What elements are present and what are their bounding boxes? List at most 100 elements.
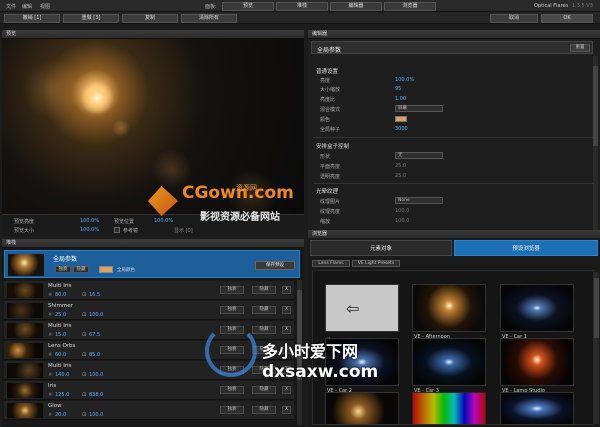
tab-presets[interactable]: 预设浏览器: [454, 240, 598, 256]
layer-delete-button[interactable]: X: [282, 306, 291, 314]
tab-editor[interactable]: 编辑器: [330, 2, 382, 11]
layer-scale[interactable]: 100.0: [89, 312, 103, 318]
param-value[interactable]: 95: [395, 86, 401, 92]
layer-brightness[interactable]: 20.0: [55, 412, 66, 418]
ok-button[interactable]: OK: [541, 14, 593, 23]
editor-scrollbar[interactable]: [593, 56, 598, 234]
global-color-swatch[interactable]: [99, 266, 113, 273]
layer-scale[interactable]: 16.5: [89, 292, 100, 298]
preset-tile[interactable]: [500, 284, 574, 332]
shape-select[interactable]: 无: [395, 152, 443, 159]
toolbar: 撤销 [1] 重做 [3] 复制 清除所有 取消 OK: [0, 12, 600, 24]
layer-solo-button[interactable]: 独奏: [220, 386, 244, 394]
layer-scale[interactable]: 100.0: [89, 372, 103, 378]
layer-scale[interactable]: 100.0: [89, 412, 103, 418]
layer-solo-button[interactable]: 独奏: [220, 286, 244, 294]
layer-solo-button[interactable]: 独奏: [220, 406, 244, 414]
global-hide-button[interactable]: 隐藏: [73, 266, 89, 273]
tab-stack[interactable]: 堆栈: [276, 2, 328, 11]
param-label: 透明亮度: [320, 174, 341, 180]
path-crumb[interactable]: VE Light Presets: [352, 260, 400, 267]
sun-icon: ☼: [48, 292, 53, 298]
layer-thumb: [7, 283, 43, 298]
layer-hide-button[interactable]: 隐藏: [252, 386, 276, 394]
redo-button[interactable]: 重做 [3]: [63, 14, 119, 23]
menu-view[interactable]: 视图: [40, 3, 50, 10]
layer-brightness[interactable]: 140.0: [55, 372, 69, 378]
param-value[interactable]: 100.0: [395, 218, 409, 224]
layer-thumb: [7, 363, 43, 378]
watermark-logo-icon: [205, 325, 257, 377]
preset-tile[interactable]: [412, 284, 486, 332]
global-solo-button[interactable]: 独奏: [55, 266, 71, 273]
param-value[interactable]: 3000: [395, 126, 408, 132]
param-value[interactable]: 25.0: [395, 173, 406, 179]
layer-delete-button[interactable]: X: [282, 386, 291, 394]
layer-brightness[interactable]: 25.0: [55, 312, 66, 318]
layer-scale[interactable]: 67.5: [89, 332, 100, 338]
clear-all-button[interactable]: 清除所有: [181, 14, 237, 23]
stack-layer-row[interactable]: Iris ☼ 125.0 ⊡ 838.0 独奏 隐藏 X: [4, 381, 294, 400]
layer-name: Glow: [48, 403, 62, 409]
panel-mode-label: 面板:: [205, 4, 217, 10]
stack-layer-row[interactable]: Multi Iris ☼ 80.0 ⊡ 16.5 独奏 隐藏 X: [4, 281, 294, 300]
save-preset-button[interactable]: 保存预设: [255, 261, 295, 270]
ref-checkbox[interactable]: [114, 227, 120, 233]
copy-button[interactable]: 复制: [122, 14, 178, 23]
param-value[interactable]: 1.00: [395, 96, 406, 102]
layer-scale[interactable]: 838.0: [89, 392, 103, 398]
stack-layer-row[interactable]: Glow ☼ 20.0 ⊡ 100.0 独奏 隐藏 X: [4, 401, 294, 420]
blend-mode-select[interactable]: 屏幕: [395, 105, 443, 112]
layer-delete-button[interactable]: X: [282, 406, 291, 414]
preset-tile[interactable]: [412, 392, 486, 425]
flare-orb: [22, 59, 82, 119]
reset-button[interactable]: 重置: [570, 44, 590, 52]
path-crumb[interactable]: Lens Flares: [312, 260, 350, 267]
layer-brightness[interactable]: 125.0: [55, 392, 69, 398]
layer-hide-button[interactable]: 隐藏: [252, 306, 276, 314]
layer-name: Lens Orbs: [48, 343, 76, 349]
texture-select[interactable]: None: [395, 197, 443, 204]
layer-brightness[interactable]: 80.0: [55, 292, 66, 298]
param-label: 纹理亮度: [320, 209, 341, 215]
layer-delete-button[interactable]: X: [282, 326, 291, 334]
param-value[interactable]: 25.0: [395, 163, 406, 169]
layer-scale[interactable]: 85.0: [89, 352, 100, 358]
section-bbox-title: 安排盒子控制: [316, 144, 350, 150]
tab-preview[interactable]: 预览: [222, 2, 274, 11]
preset-tile[interactable]: [500, 338, 574, 386]
stack-global-row[interactable]: 全局参数 独奏 隐藏 全局颜色 保存预设: [4, 250, 300, 278]
tab-browser[interactable]: 浏览器: [384, 2, 436, 11]
param-value[interactable]: 100.0%: [395, 77, 414, 83]
layer-brightness[interactable]: 15.0: [55, 332, 66, 338]
menu-edit[interactable]: 编辑: [22, 3, 32, 10]
layer-solo-button[interactable]: 独奏: [220, 306, 244, 314]
flare-orb: [112, 119, 130, 137]
global-thumb: [8, 254, 44, 276]
preset-tile-parent[interactable]: ⇦: [325, 284, 399, 332]
color-swatch[interactable]: [395, 116, 407, 122]
stat-label: 预览大小: [14, 228, 35, 234]
preset-tile[interactable]: [412, 338, 486, 386]
param-label: 亮度比: [320, 97, 336, 103]
layer-delete-button[interactable]: X: [282, 286, 291, 294]
browser-scrollbar[interactable]: [594, 272, 599, 424]
cancel-button[interactable]: 取消: [490, 14, 538, 23]
divider: [313, 183, 593, 184]
layer-hide-button[interactable]: 隐藏: [252, 326, 276, 334]
stack-layer-row[interactable]: Shimmer ☼ 25.0 ⊡ 100.0 独奏 隐藏 X: [4, 301, 294, 320]
stat-value[interactable]: 100.0%: [80, 227, 99, 233]
layer-hide-button[interactable]: 隐藏: [252, 406, 276, 414]
global-color-label: 全局颜色: [117, 268, 135, 273]
layer-brightness[interactable]: 60.0: [55, 352, 66, 358]
stat-value[interactable]: 100.0%: [80, 218, 99, 224]
stat-value[interactable]: 100.0%: [154, 218, 173, 224]
menu-file[interactable]: 文件: [6, 3, 16, 10]
layer-hide-button[interactable]: 隐藏: [252, 286, 276, 294]
preset-tile[interactable]: [325, 392, 399, 425]
show-label: 显示 [0]: [174, 228, 193, 234]
undo-button[interactable]: 撤销 [1]: [4, 14, 60, 23]
param-value[interactable]: 100.0: [395, 208, 409, 214]
tab-elements[interactable]: 元素对象: [310, 240, 452, 256]
preset-tile[interactable]: [500, 392, 574, 425]
